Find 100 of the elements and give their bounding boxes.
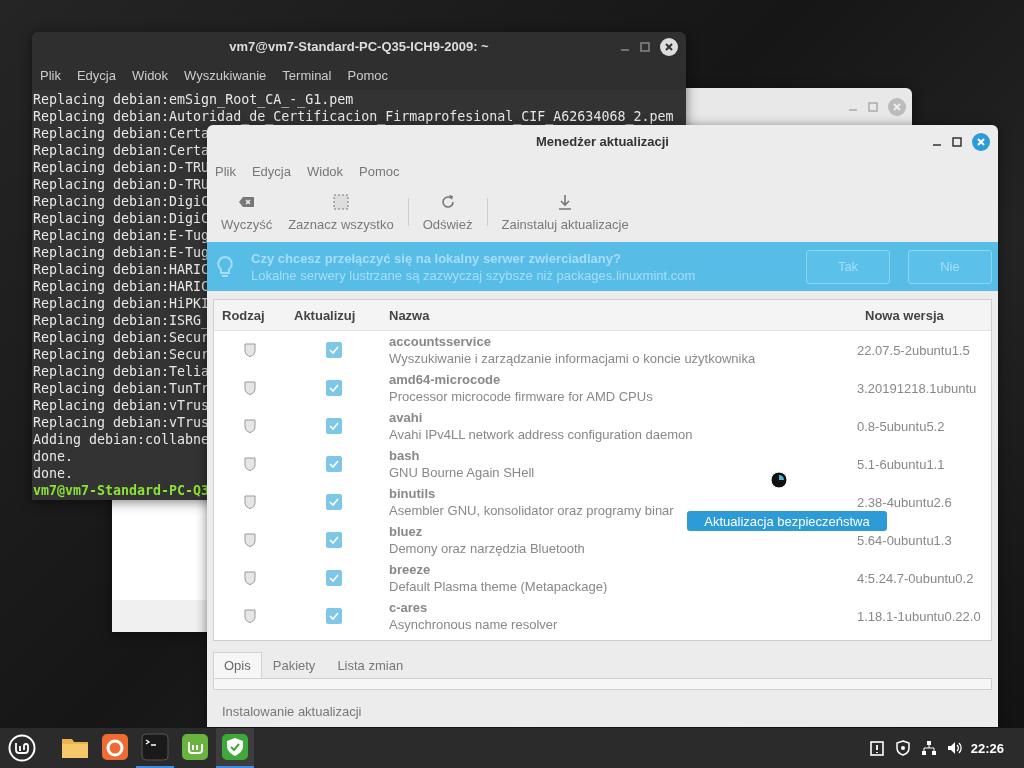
checkbox[interactable]: [325, 380, 342, 396]
checkbox[interactable]: [325, 418, 342, 434]
package-description: Asembler GNU, konsolidator oraz programy binar: [389, 503, 675, 518]
terminal-line: Replacing debian:D-TRU: [33, 176, 210, 193]
package-version: 22.07.5-2ubuntu1.5: [856, 342, 971, 358]
check-icon: [328, 421, 339, 431]
package-description: Processor microcode firmware for AMD CPUs: [389, 389, 654, 404]
terminal-line: Replacing debian:Secur: [33, 329, 210, 346]
terminal-icon[interactable]: [141, 733, 169, 761]
column-header[interactable]: Nazwa: [381, 307, 857, 323]
package-version: 2.38-4ubuntu2.6: [856, 494, 953, 510]
package-name: breeze: [389, 562, 432, 577]
lightbulb-icon: [217, 255, 233, 278]
terminal-line: done.: [33, 465, 74, 482]
package-name: bash: [389, 448, 421, 463]
package-version: 3.20191218.1ubuntu: [856, 380, 978, 396]
package-name: bluez: [389, 524, 424, 539]
checkbox[interactable]: [325, 494, 342, 510]
check-icon: [328, 345, 339, 355]
terminal-line: Replacing debian:Secur: [33, 346, 210, 363]
terminal-line: Replacing debian:Telia: [33, 363, 210, 380]
terminal-line: Replacing debian:vTrus: [33, 397, 210, 414]
checkbox[interactable]: [325, 456, 342, 472]
column-header[interactable]: Nowa wersja: [857, 307, 991, 323]
package-description: Wyszukiwanie i zarządzanie informacjami o koncie użytkownika: [389, 351, 757, 366]
clipboard-icon[interactable]: [868, 740, 885, 756]
menu-item[interactable]: Pomoc: [347, 68, 388, 83]
tab[interactable]: Pakiety: [261, 652, 327, 678]
terminal-line: Replacing debian:HiPKI: [33, 295, 210, 312]
tab[interactable]: Opis: [213, 652, 262, 678]
menu-icon[interactable]: [8, 734, 36, 762]
menu-item[interactable]: Widok: [132, 68, 169, 83]
busy-cursor-icon: [770, 471, 788, 489]
shield-icon: [244, 571, 256, 585]
volume-icon[interactable]: [946, 740, 963, 756]
checkbox[interactable]: [325, 342, 342, 358]
menu-item[interactable]: Plik: [215, 163, 236, 179]
shield-icon[interactable]: [221, 733, 249, 761]
package-version: 1.18.1-1ubuntu0.22.0: [856, 608, 982, 624]
menu-item[interactable]: Pomoc: [359, 163, 400, 179]
menu-item[interactable]: Terminal: [282, 68, 332, 83]
terminal-line: done.: [33, 448, 74, 465]
terminal-line: Replacing debian:E-Tug: [33, 227, 210, 244]
menu-item[interactable]: Plik: [40, 68, 61, 83]
shield-icon: [244, 419, 256, 433]
package-description: Avahi IPv4LL network address configuration daemon: [389, 427, 694, 442]
status-text: Instalowanie aktualizacji: [222, 704, 363, 719]
checkbox[interactable]: [325, 570, 342, 586]
package-version: 4:5.24.7-0ubuntu0.2: [856, 570, 975, 586]
network-icon[interactable]: [920, 740, 937, 756]
check-icon: [328, 459, 339, 469]
column-header[interactable]: Rodzaj: [214, 307, 286, 323]
terminal-line: Replacing debian:DigiC: [33, 193, 210, 210]
check-icon: [328, 611, 339, 621]
package-version: 5.1-6ubuntu1.1: [856, 456, 946, 472]
package-description: GNU Bourne Again SHell: [389, 465, 536, 480]
shield-icon[interactable]: [894, 740, 911, 756]
package-name: accountsservice: [389, 334, 492, 349]
info-text: Lokalne serwery lustrzane są zazwyczaj szybsze niż packages.linuxmint.com: [251, 267, 697, 283]
menu-item[interactable]: Wyszukiwanie: [184, 68, 267, 83]
window-title: Menedżer aktualizacji: [536, 134, 669, 149]
terminal-line: Replacing debian:ISRG_: [33, 312, 210, 329]
terminal-line: Replacing debian:DigiC: [33, 210, 210, 227]
mint-icon[interactable]: [181, 733, 209, 761]
taskbar-app[interactable]: [216, 728, 254, 768]
check-icon: [328, 573, 339, 583]
toolbar-button[interactable]: Odśwież: [414, 188, 481, 236]
tab[interactable]: Lista zmian: [326, 652, 415, 678]
checkbox[interactable]: [325, 608, 342, 624]
toolbar-button[interactable]: Zaznacz wszystko: [280, 188, 402, 236]
column-header[interactable]: Aktualizuj: [286, 307, 381, 323]
terminal-line: Replacing debian:Autoridad_de_Certificacion_Firmaprofesional_CIF_A62634068_2.pem: [33, 108, 674, 125]
package-version: 0.8-5ubuntu5.2: [856, 418, 946, 434]
browser-icon[interactable]: [101, 733, 129, 761]
info-title: Czy chcesz przełączyć się na lokalny serwer zwierciadlany?: [251, 250, 622, 266]
package-name: binutils: [389, 486, 437, 501]
terminal-line: Replacing debian:E-Tug: [33, 244, 210, 261]
shield-icon: [244, 609, 256, 623]
window-title: vm7@vm7-Standard-PC-Q35-ICH9-2009: ~: [229, 39, 489, 54]
toolbar-button[interactable]: Wyczyść: [213, 188, 281, 236]
terminal-prompt: vm7@vm7-Standard-PC-Q3: [33, 482, 210, 499]
checkbox[interactable]: [325, 532, 342, 548]
package-description: Demony oraz narzędzia Bluetooth: [389, 541, 586, 556]
clock: 22:26: [970, 740, 1004, 756]
terminal-line: Replacing debian:D-TRU: [33, 159, 210, 176]
package-name: c-ares: [389, 600, 429, 615]
close-button[interactable]: [660, 37, 678, 56]
terminal-line: Replacing debian:emSign_Root_CA_-_G1.pem: [33, 91, 354, 108]
terminal-line: Replacing debian:HARIC: [33, 278, 210, 295]
shield-icon: [244, 457, 256, 471]
terminal-line: Replacing debian:TunTr: [33, 380, 210, 397]
menu-item[interactable]: Edycja: [251, 163, 291, 179]
check-icon: [328, 383, 339, 393]
menu-item[interactable]: Edycja: [76, 68, 116, 83]
selection-icon: [331, 192, 350, 211]
maximize-icon[interactable]: [952, 136, 962, 147]
shield-icon: [244, 381, 256, 395]
toolbar-button[interactable]: Zainstaluj aktualizacje: [493, 188, 637, 236]
menu-item[interactable]: Widok: [307, 163, 344, 179]
shield-icon: [244, 495, 256, 509]
